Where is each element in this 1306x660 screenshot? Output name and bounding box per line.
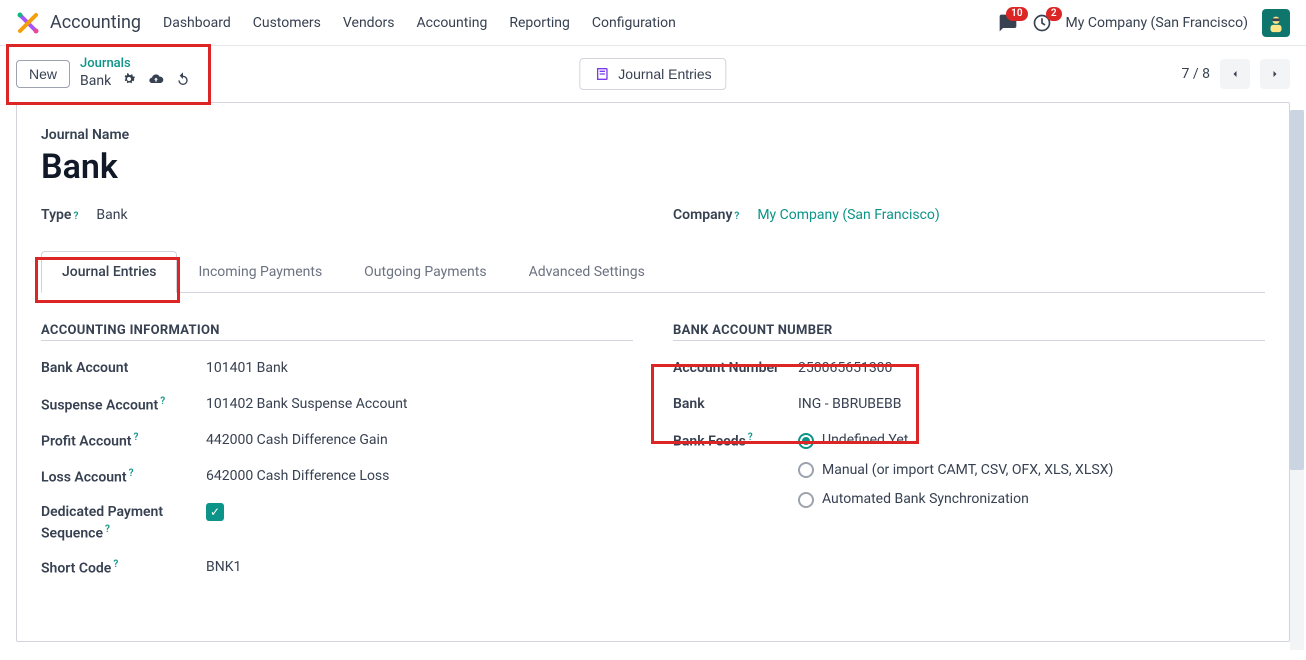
type-value[interactable]: Bank: [96, 207, 127, 223]
help-icon[interactable]: ?: [105, 524, 110, 535]
cp-right: 7 / 8: [1182, 59, 1290, 89]
pager-prev-button[interactable]: [1220, 59, 1250, 89]
bank-value[interactable]: ING - BBRUBEBB: [798, 395, 901, 415]
nav-accounting[interactable]: Accounting: [417, 15, 488, 31]
type-label: Type?: [41, 207, 78, 223]
breadcrumb-current: Bank: [80, 73, 111, 90]
breadcrumb-row: Bank: [80, 71, 191, 92]
checkbox-checked-icon[interactable]: ✓: [206, 503, 224, 521]
bank-label: Bank: [673, 395, 798, 415]
app-logo-icon[interactable]: [16, 11, 40, 35]
company-value-link[interactable]: My Company (San Francisco): [757, 207, 939, 223]
help-icon[interactable]: ?: [160, 396, 165, 407]
radio-unselected-icon: [798, 492, 814, 508]
loss-account-value[interactable]: 642000 Cash Difference Loss: [206, 467, 389, 487]
journal-name-label: Journal Name: [41, 127, 1265, 143]
journal-entries-label: Journal Entries: [618, 66, 711, 82]
short-code-value[interactable]: BNK1: [206, 558, 241, 578]
tab-advanced-settings[interactable]: Advanced Settings: [508, 251, 666, 293]
chevron-left-icon: [1229, 68, 1241, 80]
nav-reporting[interactable]: Reporting: [509, 15, 570, 31]
navbar-left: Accounting Dashboard Customers Vendors A…: [16, 11, 676, 35]
tab-journal-entries[interactable]: Journal Entries: [41, 251, 177, 293]
form-sheet: Journal Name Bank Type? Bank Company? My…: [16, 102, 1290, 642]
suspense-account-value[interactable]: 101402 Bank Suspense Account: [206, 395, 408, 415]
top-navbar: Accounting Dashboard Customers Vendors A…: [0, 0, 1306, 46]
nav-menu: Dashboard Customers Vendors Accounting R…: [163, 15, 676, 31]
breadcrumb-parent[interactable]: Journals: [80, 56, 191, 72]
profit-account-label: Profit Account?: [41, 431, 206, 452]
notebook-tabs: Journal Entries Incoming Payments Outgoi…: [41, 251, 1265, 293]
help-icon[interactable]: ?: [129, 468, 134, 479]
app-title[interactable]: Accounting: [50, 12, 141, 33]
user-avatar[interactable]: [1262, 9, 1290, 37]
nav-dashboard[interactable]: Dashboard: [163, 15, 231, 31]
radio-selected-icon: [798, 433, 814, 449]
company-switcher[interactable]: My Company (San Francisco): [1066, 15, 1248, 31]
suspense-account-label: Suspense Account?: [41, 395, 206, 416]
pager-next-button[interactable]: [1260, 59, 1290, 89]
cp-left: New Journals Bank: [16, 56, 191, 92]
nav-customers[interactable]: Customers: [253, 15, 321, 31]
account-number-label: Account Number: [673, 359, 798, 379]
loss-account-label: Loss Account?: [41, 467, 206, 488]
right-column: BANK ACCOUNT NUMBER Account Number 25006…: [673, 323, 1265, 594]
dedicated-payment-sequence-value[interactable]: ✓: [206, 503, 224, 523]
messages-badge: 10: [1006, 7, 1027, 21]
breadcrumb: Journals Bank: [80, 56, 191, 92]
chevron-right-icon: [1269, 68, 1281, 80]
activities-badge: 2: [1046, 7, 1062, 21]
bank-account-value[interactable]: 101401 Bank: [206, 359, 288, 379]
tab-incoming-payments[interactable]: Incoming Payments: [177, 251, 343, 293]
left-column: ACCOUNTING INFORMATION Bank Account 1014…: [41, 323, 633, 594]
dedicated-payment-sequence-label: Dedicated Payment Sequence?: [41, 503, 206, 544]
bank-feeds-label: Bank Feeds?: [673, 431, 798, 452]
discard-icon[interactable]: [175, 71, 191, 92]
radio-automated-sync[interactable]: Automated Bank Synchronization: [798, 490, 1113, 510]
nav-vendors[interactable]: Vendors: [343, 15, 395, 31]
gear-icon[interactable]: [121, 71, 137, 92]
journal-name-value[interactable]: Bank: [41, 147, 1265, 187]
account-number-value[interactable]: 250065651300: [798, 359, 892, 379]
help-icon[interactable]: ?: [134, 432, 139, 443]
short-code-label: Short Code?: [41, 558, 206, 579]
cloud-upload-icon[interactable]: [147, 71, 165, 92]
activities-button[interactable]: 2: [1032, 13, 1052, 33]
avatar-icon: [1265, 12, 1287, 34]
book-icon: [594, 66, 610, 82]
section-accounting-info: ACCOUNTING INFORMATION: [41, 323, 633, 338]
messages-button[interactable]: 10: [998, 13, 1018, 33]
new-button[interactable]: New: [16, 60, 70, 88]
control-panel: New Journals Bank Journ: [0, 46, 1306, 102]
help-icon[interactable]: ?: [734, 211, 739, 222]
journal-entries-stat-button[interactable]: Journal Entries: [579, 58, 726, 90]
radio-manual-import[interactable]: Manual (or import CAMT, CSV, OFX, XLS, X…: [798, 461, 1113, 481]
nav-configuration[interactable]: Configuration: [592, 15, 676, 31]
section-bank-account-number: BANK ACCOUNT NUMBER: [673, 323, 1265, 338]
profit-account-value[interactable]: 442000 Cash Difference Gain: [206, 431, 388, 451]
navbar-right: 10 2 My Company (San Francisco): [998, 9, 1290, 37]
help-icon[interactable]: ?: [73, 211, 78, 222]
radio-unselected-icon: [798, 462, 814, 478]
company-label: Company?: [673, 207, 739, 223]
pager-text[interactable]: 7 / 8: [1182, 66, 1210, 82]
radio-undefined-yet[interactable]: Undefined Yet: [798, 431, 1113, 451]
tab-outgoing-payments[interactable]: Outgoing Payments: [343, 251, 507, 293]
help-icon[interactable]: ?: [748, 432, 753, 443]
help-icon[interactable]: ?: [113, 559, 118, 570]
bank-account-label: Bank Account: [41, 359, 206, 379]
bank-feeds-radio-group: Undefined Yet Manual (or import CAMT, CS…: [798, 431, 1113, 510]
